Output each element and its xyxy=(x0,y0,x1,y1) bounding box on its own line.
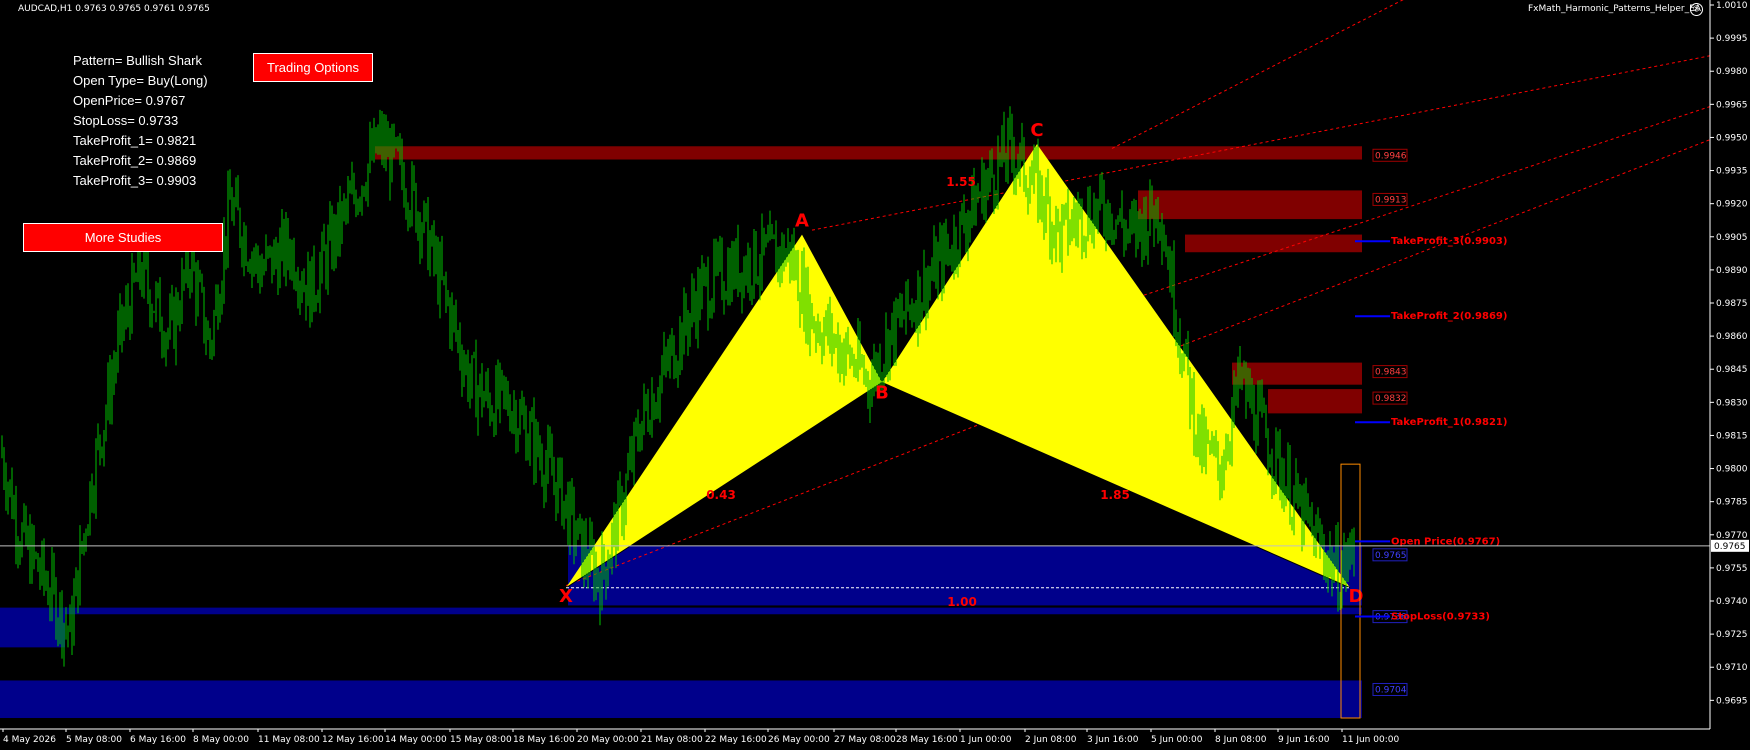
time-tick-label: 11 Jun 00:00 xyxy=(1342,735,1399,745)
level-label: StopLoss(0.9733) xyxy=(1391,611,1490,622)
takeprofit-2-info: TakeProfit_2= 0.9869 xyxy=(73,153,197,168)
demand-zone xyxy=(0,680,1362,718)
time-tick-label: 27 May 08:00 xyxy=(834,735,896,745)
price-chart[interactable]: 0.99460.99130.98430.98320.97650.97360.97… xyxy=(0,0,1750,750)
price-tick-label: 0.9800 xyxy=(1716,465,1748,475)
trading-options-button[interactable]: Trading Options xyxy=(253,53,373,82)
time-tick-label: 15 May 08:00 xyxy=(450,735,512,745)
zone-price-tag: 0.9913 xyxy=(1375,195,1407,205)
pattern-info: Pattern= Bullish Shark xyxy=(73,53,202,68)
time-tick-label: 26 May 00:00 xyxy=(768,735,830,745)
pattern-point-c: C xyxy=(1030,120,1043,141)
price-tick-label: 0.9875 xyxy=(1716,299,1748,309)
demand-zone xyxy=(0,609,65,648)
time-tick-label: 5 Jun 00:00 xyxy=(1151,735,1203,745)
smiley-icon[interactable]: ☺ xyxy=(1690,3,1703,16)
time-tick-label: 1 Jun 00:00 xyxy=(960,735,1012,745)
time-tick-label: 3 Jun 16:00 xyxy=(1087,735,1139,745)
price-tick-label: 0.9740 xyxy=(1716,597,1748,607)
price-tick-label: 0.9770 xyxy=(1716,531,1748,541)
supply-zone xyxy=(375,146,1362,160)
supply-zone xyxy=(1268,389,1362,414)
supply-zone xyxy=(1185,234,1362,253)
time-tick-label: 5 May 08:00 xyxy=(66,735,122,745)
price-tick-label: 0.9695 xyxy=(1716,696,1748,706)
zone-price-tag: 0.9765 xyxy=(1375,551,1407,561)
price-tick-label: 0.9935 xyxy=(1716,167,1748,177)
zone-price-tag: 0.9832 xyxy=(1375,394,1407,404)
pattern-point-b: B xyxy=(875,382,889,403)
pattern-point-d: D xyxy=(1349,586,1364,607)
price-tick-label: 0.9755 xyxy=(1716,564,1748,574)
level-label: TakeProfit_1(0.9821) xyxy=(1391,417,1507,428)
time-tick-label: 8 Jun 08:00 xyxy=(1215,735,1267,745)
time-tick-label: 22 May 16:00 xyxy=(705,735,767,745)
price-tick-label: 0.9845 xyxy=(1716,365,1748,375)
pattern-ratio: 0.43 xyxy=(706,488,736,502)
open-price-info: OpenPrice= 0.9767 xyxy=(73,93,186,108)
price-tick-label: 0.9905 xyxy=(1716,233,1748,243)
price-tick-label: 0.9830 xyxy=(1716,398,1748,408)
more-studies-button[interactable]: More Studies xyxy=(23,223,223,252)
time-tick-label: 2 Jun 08:00 xyxy=(1025,735,1077,745)
price-tick-label: 0.9710 xyxy=(1716,663,1748,673)
time-tick-label: 9 Jun 16:00 xyxy=(1278,735,1330,745)
pattern-ratio: 1.85 xyxy=(1100,488,1130,502)
zone-price-tag: 0.9704 xyxy=(1375,685,1407,695)
price-tick-label: 0.9890 xyxy=(1716,266,1748,276)
pattern-ratio: 1.00 xyxy=(947,595,977,609)
time-tick-label: 4 May 2026 xyxy=(3,735,56,745)
ea-name: FxMath_Harmonic_Patterns_Helper_EA xyxy=(1528,4,1701,14)
stoploss-info: StopLoss= 0.9733 xyxy=(73,113,179,128)
time-tick-label: 14 May 00:00 xyxy=(385,735,447,745)
pattern-point-a: A xyxy=(795,211,809,232)
takeprofit-3-info: TakeProfit_3= 0.9903 xyxy=(73,173,197,188)
price-tick-label: 0.9995 xyxy=(1716,34,1748,44)
price-tick-label: 0.9860 xyxy=(1716,332,1748,342)
time-tick-label: 20 May 00:00 xyxy=(577,735,639,745)
price-tick-label: 0.9965 xyxy=(1716,100,1748,110)
time-tick-label: 21 May 08:00 xyxy=(641,735,703,745)
supply-zone xyxy=(1138,190,1362,220)
price-tick-label: 0.9950 xyxy=(1716,133,1748,143)
time-tick-label: 11 May 08:00 xyxy=(258,735,320,745)
pattern-ratio: 1.55 xyxy=(946,175,976,189)
price-tick-label: 0.9815 xyxy=(1716,431,1748,441)
price-tick-label: 0.9785 xyxy=(1716,498,1748,508)
level-label: TakeProfit_2(0.9869) xyxy=(1391,311,1507,322)
level-label: TakeProfit_3(0.9903) xyxy=(1391,236,1507,247)
price-tick-label: 0.9725 xyxy=(1716,630,1748,640)
time-tick-label: 8 May 00:00 xyxy=(193,735,249,745)
demand-zone xyxy=(0,607,1362,615)
price-tick-label: 0.9920 xyxy=(1716,200,1748,210)
time-tick-label: 28 May 16:00 xyxy=(896,735,958,745)
time-tick-label: 18 May 16:00 xyxy=(513,735,575,745)
time-tick-label: 12 May 16:00 xyxy=(322,735,384,745)
symbol-info: AUDCAD,H1 0.9763 0.9765 0.9761 0.9765 xyxy=(18,4,210,14)
open-type-info: Open Type= Buy(Long) xyxy=(73,73,208,88)
price-tick-label: 0.9980 xyxy=(1716,67,1748,77)
time-tick-label: 6 May 16:00 xyxy=(130,735,186,745)
pattern-point-x: X xyxy=(559,586,573,607)
takeprofit-1-info: TakeProfit_1= 0.9821 xyxy=(73,133,197,148)
current-price-tag-text: 0.9765 xyxy=(1714,542,1746,552)
zone-price-tag: 0.9946 xyxy=(1375,151,1407,161)
zone-price-tag: 0.9843 xyxy=(1375,368,1407,378)
price-tick-label: 1.0010 xyxy=(1716,1,1748,11)
